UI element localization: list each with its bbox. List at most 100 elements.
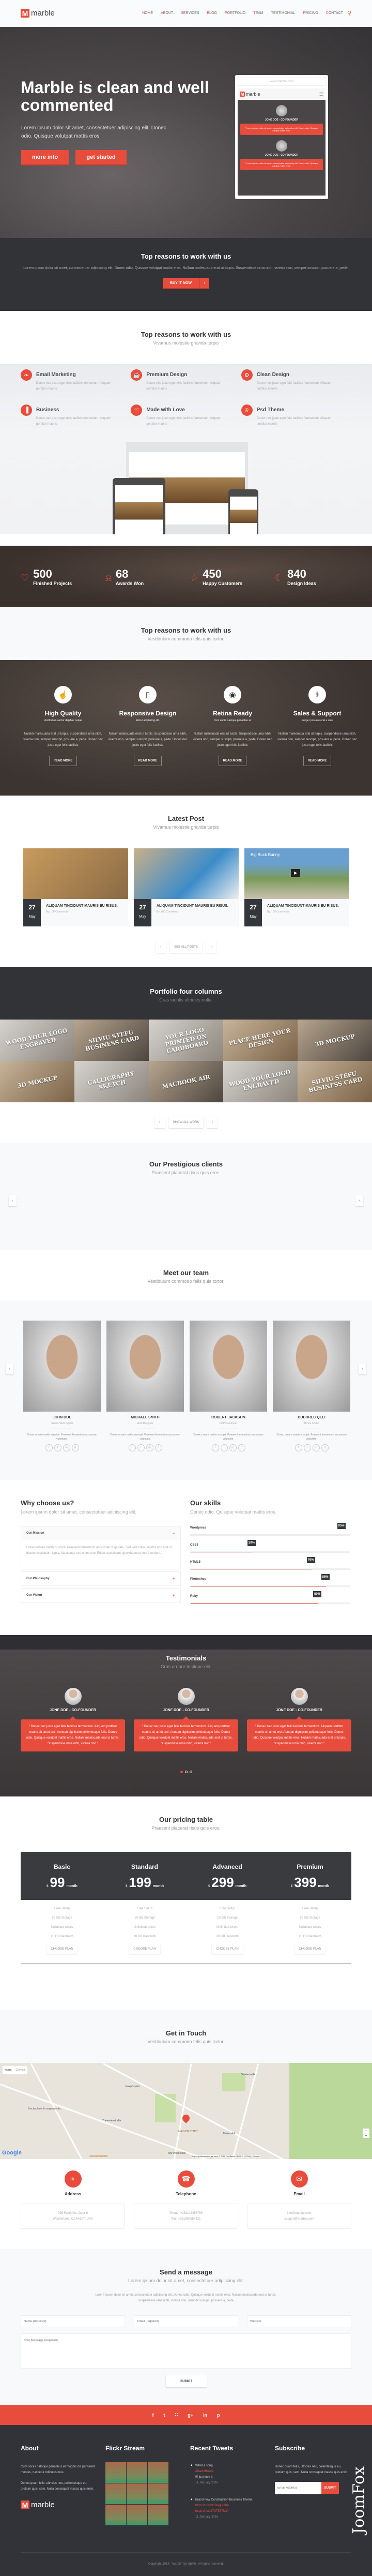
post-card[interactable]: 27 May ALIQUAM TINCIDUNT MAURIS EU RISUS. B… — [134, 848, 239, 926]
flickr-photo[interactable] — [148, 2505, 168, 2525]
submit-button[interactable]: SUBMIT — [166, 2375, 207, 2387]
social-icon[interactable]: ∷ — [175, 2412, 178, 2418]
flickr-photo[interactable] — [148, 2462, 168, 2483]
linkedin-icon[interactable]: in — [229, 1444, 237, 1451]
nav-link[interactable]: Home — [142, 11, 153, 15]
linkedin-icon[interactable]: in — [63, 1444, 70, 1451]
zoom-out-button[interactable]: − — [363, 2133, 369, 2138]
dribbble-icon[interactable]: d — [238, 1444, 245, 1451]
flickr-photo[interactable] — [127, 2462, 147, 2483]
nav-link[interactable]: About — [161, 11, 173, 15]
choose-plan-button[interactable]: CHOOSE PLAN — [47, 1944, 78, 1954]
website-input[interactable] — [247, 2315, 351, 2327]
post-image[interactable]: Big Buck Bunny ▶ — [244, 848, 349, 899]
tweet-link[interactable]: #DavidBowie — [195, 2469, 218, 2475]
social-icon[interactable]: in — [203, 2413, 207, 2418]
read-more-button[interactable]: READ MORE — [218, 756, 247, 766]
carousel-dot-3[interactable] — [189, 1771, 192, 1773]
facebook-icon[interactable]: f — [128, 1444, 136, 1451]
flickr-photo[interactable] — [105, 2505, 126, 2525]
dribbble-icon[interactable]: d — [154, 1444, 162, 1451]
prev-button[interactable]: ‹ — [154, 1117, 165, 1128]
facebook-icon[interactable]: f — [211, 1444, 219, 1451]
logo[interactable]: M marble — [21, 9, 55, 18]
social-icon[interactable]: g+ — [188, 2413, 193, 2418]
flickr-photo[interactable] — [148, 2483, 168, 2504]
get-started-button[interactable]: get started — [75, 150, 127, 166]
choose-plan-button[interactable]: CHOOSE PLAN — [129, 1944, 160, 1954]
team-next-button[interactable]: › — [359, 1364, 366, 1374]
nav-link[interactable]: Services — [181, 11, 199, 15]
clients-prev-button[interactable]: ‹ — [9, 1195, 17, 1206]
show-all-work-button[interactable]: SHOW ALL WORK — [168, 1117, 204, 1128]
team-prev-button[interactable]: ‹ — [6, 1364, 13, 1374]
nav-link[interactable]: Pricing — [303, 11, 318, 15]
footer-logo[interactable]: Mmarble — [21, 2500, 98, 2509]
post-title[interactable]: ALIQUAM TINCIDUNT MAURIS EU RISUS. — [157, 903, 228, 909]
portfolio-item[interactable]: Wood Your Logo Engraved — [223, 1061, 298, 1102]
map[interactable]: Карта Спутник Josephsplatz Giselastraße T… — [0, 2063, 372, 2159]
portfolio-item[interactable]: Place here your design — [223, 1020, 298, 1061]
name-input[interactable] — [21, 2315, 125, 2327]
minus-icon[interactable]: − — [173, 1531, 175, 1536]
facebook-icon[interactable]: f — [295, 1444, 302, 1451]
flickr-photo[interactable] — [105, 2483, 126, 2504]
portfolio-item[interactable]: 3D Mockup — [0, 1061, 74, 1102]
post-title[interactable]: ALIQUAM TINCIDUNT MAURIS EU RISUS. — [46, 903, 118, 909]
message-textarea[interactable] — [21, 2333, 351, 2369]
portfolio-item[interactable]: MacBook Air — [149, 1061, 223, 1102]
flickr-photo[interactable] — [127, 2505, 147, 2525]
post-card[interactable]: 27 May ALIQUAM TINCIDUNT MAURIS EU RISUS. B… — [23, 848, 128, 926]
buy-it-now-button[interactable]: BUY IT NOW › — [163, 278, 209, 289]
tweet-link-2[interactable]: https://t.co/zTXT577MYi — [195, 2509, 253, 2514]
next-button[interactable]: › — [207, 1117, 218, 1128]
plus-icon[interactable]: + — [173, 1593, 175, 1598]
accordion-item-mission[interactable]: Our Mission − Donec ornare mattis suscipit… — [21, 1526, 181, 1569]
play-icon[interactable]: ▶ — [291, 869, 301, 877]
search-icon[interactable]: ⚲ — [347, 10, 351, 17]
choose-plan-button[interactable]: CHOOSE PLAN — [295, 1944, 326, 1954]
portfolio-item[interactable]: Your Logo Printed on Cardboard — [149, 1020, 223, 1061]
subscribe-email-input[interactable] — [275, 2482, 321, 2494]
dribbble-icon[interactable]: d — [321, 1444, 329, 1451]
read-more-button[interactable]: READ MORE — [303, 756, 332, 766]
tweet-link[interactable]: https://t.co/hGBwglY2Ke — [195, 2503, 253, 2509]
accordion-item-vision[interactable]: Our Vision + — [21, 1588, 181, 1602]
linkedin-icon[interactable]: in — [146, 1444, 153, 1451]
portfolio-item[interactable]: 3D Mockup — [298, 1020, 372, 1061]
nav-link[interactable]: Contact — [326, 11, 343, 15]
zoom-in-button[interactable]: + — [363, 2129, 369, 2133]
accordion-item-philosophy[interactable]: Our Philosophy + — [21, 1571, 181, 1586]
post-title[interactable]: ALIQUAM TINCIDUNT MAURIS EU RISUS. — [267, 903, 339, 909]
portfolio-item[interactable]: Silviu Stefu business card — [298, 1061, 372, 1102]
twitter-icon[interactable]: t — [54, 1444, 61, 1451]
see-all-posts-button[interactable]: SEE ALL POSTS — [170, 941, 202, 953]
dribbble-icon[interactable]: d — [71, 1444, 79, 1451]
post-image[interactable] — [134, 848, 239, 899]
twitter-icon[interactable]: t — [220, 1444, 228, 1451]
more-info-button[interactable]: more info — [21, 150, 69, 166]
prev-button[interactable]: ‹ — [156, 941, 166, 953]
facebook-icon[interactable]: f — [45, 1444, 53, 1451]
social-icon[interactable]: p — [217, 2413, 220, 2418]
linkedin-icon[interactable]: in — [312, 1444, 320, 1451]
twitter-icon[interactable]: t — [137, 1444, 145, 1451]
social-icon[interactable]: t — [164, 2413, 165, 2418]
portfolio-item[interactable]: Calligraphy sketch — [74, 1061, 149, 1102]
nav-link[interactable]: Testimonial — [271, 11, 296, 15]
portfolio-item[interactable]: Silviu Stefu business card — [74, 1020, 149, 1061]
social-icon[interactable]: f — [152, 2413, 154, 2418]
email-input[interactable] — [134, 2315, 238, 2327]
carousel-dot-2[interactable] — [184, 1771, 188, 1773]
subscribe-submit-button[interactable]: SUBMIT — [321, 2482, 339, 2494]
post-image[interactable] — [23, 848, 128, 899]
satellite-button[interactable]: Спутник — [13, 2066, 27, 2074]
read-more-button[interactable]: READ MORE — [49, 756, 78, 766]
portfolio-item[interactable]: Wood Your Logo Engraved — [0, 1020, 74, 1061]
clients-next-button[interactable]: › — [355, 1195, 363, 1206]
post-card[interactable]: Big Buck Bunny ▶ 27 May ALIQUAM TINCIDUNT MA… — [244, 848, 349, 926]
nav-link[interactable]: Portfolio — [225, 11, 245, 15]
plus-icon[interactable]: + — [173, 1576, 175, 1581]
nav-link[interactable]: Team — [253, 11, 263, 15]
flickr-photo[interactable] — [127, 2483, 147, 2504]
